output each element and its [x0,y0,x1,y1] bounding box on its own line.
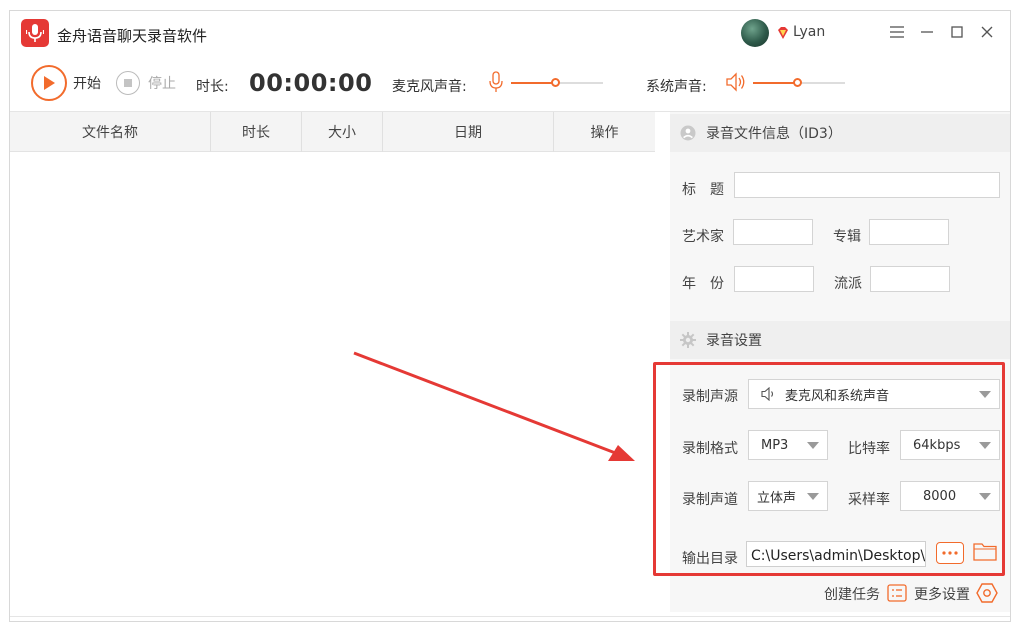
settings-section-title: 录音设置 [706,333,762,349]
start-label: 开始 [73,76,101,92]
stop-button[interactable]: 停止 [116,71,176,95]
year-input[interactable] [734,266,814,292]
start-button[interactable]: 开始 [31,65,101,101]
stop-icon [116,71,140,95]
column-header-duration[interactable]: 时长 [211,112,302,152]
title-bar: 金舟语音聊天录音软件 Lyan [10,11,1010,57]
id3-section-title: 录音文件信息（ID3） [706,126,842,142]
user-avatar[interactable] [741,19,769,47]
create-task-label[interactable]: 创建任务 [824,584,880,604]
column-header-filename[interactable]: 文件名称 [10,112,211,152]
hexagon-settings-icon[interactable] [976,582,998,608]
close-icon[interactable] [976,21,998,43]
minimize-icon[interactable] [916,21,938,43]
duration-label: 时长: [196,79,229,95]
genre-label: 流派 [834,276,862,292]
title-label: 标 题 [682,182,724,198]
artist-label: 艺术家 [682,229,724,245]
highlight-box [653,362,1005,576]
settings-section-header: 录音设置 [670,321,1010,359]
column-header-date[interactable]: 日期 [383,112,554,152]
file-table-header: 文件名称 时长 大小 日期 操作 [10,112,655,152]
vip-diamond-icon [776,26,790,40]
gear-icon [679,331,697,349]
speaker-icon [725,72,747,96]
artist-input[interactable] [733,219,813,245]
menu-icon[interactable] [886,21,908,43]
system-volume-label: 系统声音: [646,79,707,95]
year-label: 年 份 [682,276,724,292]
mic-volume-label: 麦克风声音: [392,79,467,95]
app-window: 金舟语音聊天录音软件 Lyan 开始 停止 时长: 00:00:00 麦克风声音… [9,10,1011,622]
column-header-size[interactable]: 大小 [302,112,383,152]
stop-label: 停止 [148,76,176,92]
title-input[interactable] [734,172,1000,198]
annotation-arrow [353,351,635,461]
create-task-icon[interactable] [887,583,907,607]
album-label: 专辑 [833,229,861,245]
mic-volume-slider[interactable] [511,76,603,90]
duration-value: 00:00:00 [249,69,373,97]
play-icon [31,65,67,101]
system-volume-knob[interactable] [793,78,802,87]
toolbar: 开始 停止 时长: 00:00:00 麦克风声音: 系统声音: [10,57,1010,113]
app-title: 金舟语音聊天录音软件 [57,27,208,45]
maximize-icon[interactable] [946,21,968,43]
microphone-icon [489,71,503,97]
more-settings-label[interactable]: 更多设置 [914,584,970,604]
mic-volume-knob[interactable] [551,78,560,87]
info-icon [679,124,697,142]
genre-input[interactable] [870,266,950,292]
bottom-divider [10,616,1010,617]
app-logo-icon [21,19,49,47]
album-input[interactable] [869,219,949,245]
column-header-actions[interactable]: 操作 [554,112,655,152]
id3-section-header: 录音文件信息（ID3） [670,114,1010,152]
username[interactable]: Lyan [793,24,825,40]
system-volume-slider[interactable] [753,76,845,90]
